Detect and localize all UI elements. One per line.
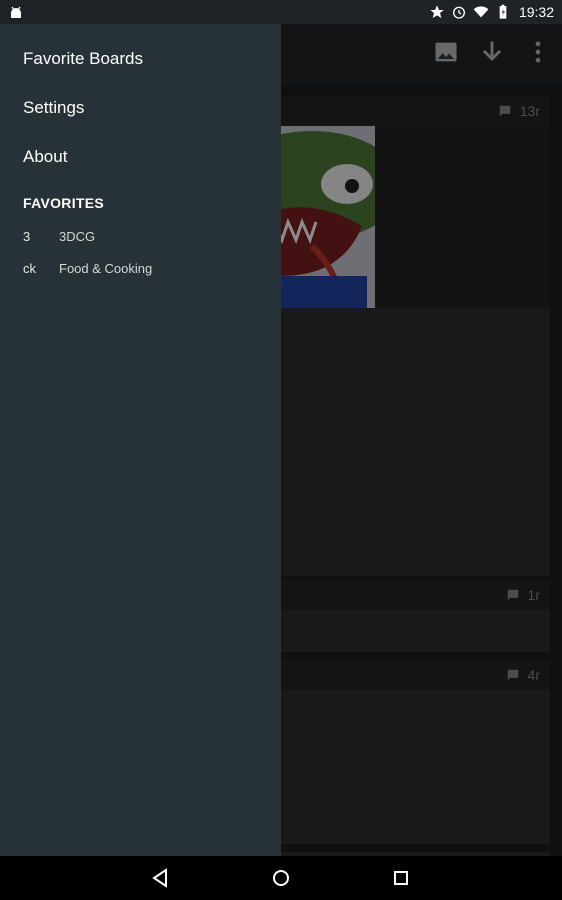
navigation-drawer: Favorite Boards Settings About FAVORITES… xyxy=(0,24,281,856)
system-nav-bar xyxy=(0,856,562,900)
home-icon[interactable] xyxy=(270,867,292,889)
star-icon xyxy=(429,4,445,20)
back-icon[interactable] xyxy=(149,867,171,889)
screen: 13r 1r 4r Favorite Boards Settings About… xyxy=(0,0,562,900)
board-name: 3DCG xyxy=(59,228,96,244)
wifi-icon xyxy=(473,4,489,20)
drawer-item-about[interactable]: About xyxy=(23,147,67,167)
board-code: ck xyxy=(23,260,36,276)
android-icon xyxy=(8,4,24,20)
alarm-icon xyxy=(451,4,467,20)
drawer-item-settings[interactable]: Settings xyxy=(23,98,84,118)
battery-icon xyxy=(495,4,511,20)
status-bar: 19:32 xyxy=(0,0,562,24)
favorite-board-item[interactable]: ck Food & Cooking xyxy=(23,258,152,278)
recents-icon[interactable] xyxy=(390,867,412,889)
board-name: Food & Cooking xyxy=(59,260,153,276)
favorite-board-item[interactable]: 3 3DCG xyxy=(23,226,95,246)
board-code: 3 xyxy=(23,228,31,244)
drawer-item-favorite-boards[interactable]: Favorite Boards xyxy=(23,49,143,69)
status-icons: 19:32 xyxy=(429,3,554,21)
status-time: 19:32 xyxy=(518,4,554,20)
favorites-section-title: FAVORITES xyxy=(23,195,105,211)
